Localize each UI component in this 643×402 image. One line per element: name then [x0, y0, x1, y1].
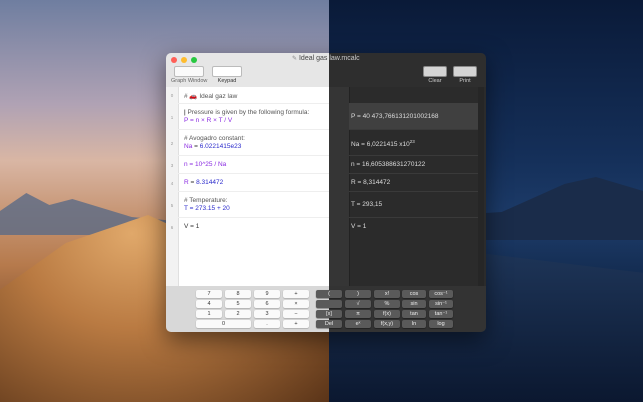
key-5[interactable]: 5	[225, 300, 251, 308]
window-title: ✎ Ideal gas law.mcalc	[292, 55, 360, 62]
zoom-button[interactable]	[191, 57, 197, 63]
line-separator	[178, 155, 329, 156]
keypad-button[interactable]: Keypad	[212, 66, 242, 84]
line-separator	[178, 103, 329, 104]
key-0[interactable]: 0	[196, 320, 251, 328]
graph-window-button[interactable]: Graph Window	[171, 66, 207, 84]
key-cos[interactable]: cos	[402, 290, 426, 298]
line-separator	[178, 173, 329, 174]
key-brackets[interactable]: [x]	[316, 310, 342, 318]
line-separator	[178, 129, 329, 130]
key-pi[interactable]: π	[345, 310, 371, 318]
key-7[interactable]: 7	[196, 290, 222, 298]
app-window: ✎ Ideal gas law.mcalc Graph Window Keypa…	[166, 53, 486, 332]
scrollbar[interactable]	[478, 87, 484, 286]
line-number: 0	[170, 93, 174, 98]
results-gutter	[329, 87, 350, 286]
key-multiply[interactable]: ×	[283, 300, 309, 308]
key-asin[interactable]: sin⁻¹	[429, 300, 453, 308]
printer-icon	[453, 66, 477, 77]
code-line-r: R = 8.314472	[184, 179, 224, 186]
key-sqrt[interactable]: √	[345, 300, 371, 308]
result-v: V = 1	[351, 223, 367, 230]
code-line-title: # 🚗 Ideal gaz law	[184, 93, 238, 100]
result-p: P = 40 473,766131201002168	[351, 113, 439, 120]
code-line-p: P = n × R × T / V	[184, 117, 233, 124]
key-3[interactable]: 3	[254, 310, 280, 318]
key-1[interactable]: 1	[196, 310, 222, 318]
line-separator	[178, 217, 329, 218]
line-number: 2	[170, 141, 174, 146]
key-tan[interactable]: tan	[402, 310, 426, 318]
line-number: 6	[170, 225, 174, 230]
result-t: T = 293,15	[351, 201, 383, 208]
clear-button[interactable]: Clear	[423, 66, 447, 84]
key-log[interactable]: log	[429, 320, 453, 328]
key-sin[interactable]: sin	[402, 300, 426, 308]
trash-icon	[423, 66, 447, 77]
key-close-paren[interactable]: )	[345, 290, 371, 298]
key-function[interactable]: f(x)	[374, 310, 400, 318]
key-9[interactable]: 9	[254, 290, 280, 298]
key-plus[interactable]: +	[283, 290, 309, 298]
code-line-v: V = 1	[184, 223, 200, 230]
key-4[interactable]: 4	[196, 300, 222, 308]
key-acos[interactable]: cos⁻¹	[429, 290, 453, 298]
key-decimal[interactable]: .	[254, 320, 280, 328]
editor-pane[interactable]: 0 1 2 3 4 5 6 # 🚗 Ideal gaz law | Pressu…	[166, 87, 329, 286]
key-percent[interactable]: %	[374, 300, 400, 308]
key-delete[interactable]: Del	[316, 320, 342, 328]
key-8[interactable]: 8	[225, 290, 251, 298]
key-2[interactable]: 2	[225, 310, 251, 318]
result-na: Na = 6,0221415 x1023	[351, 139, 415, 149]
document-icon: ✎	[292, 56, 298, 62]
key-exp[interactable]: eˣ	[345, 320, 371, 328]
key-plus-2[interactable]: +	[283, 320, 309, 328]
code-line-n: n = 10^25 / Na	[184, 161, 227, 168]
line-number: 3	[170, 163, 174, 168]
graph-icon	[174, 66, 205, 77]
key-6[interactable]: 6	[254, 300, 280, 308]
line-number: 4	[170, 181, 174, 186]
key-minus[interactable]: −	[283, 310, 309, 318]
result-r: R = 8,314472	[351, 179, 391, 186]
key-blank[interactable]	[316, 300, 342, 308]
print-button[interactable]: Print	[453, 66, 477, 84]
keypad-icon	[212, 66, 242, 77]
line-number: 5	[170, 203, 174, 208]
result-n: n = 16,605388631270122	[351, 161, 426, 168]
code-comment: # Avogadro constant:	[184, 135, 245, 142]
title-bar[interactable]: ✎ Ideal gas law.mcalc Graph Window Keypa…	[166, 53, 486, 87]
close-button[interactable]	[171, 57, 177, 63]
code-line-t: T = 273.15 + 20	[184, 205, 230, 212]
key-factorial[interactable]: x!	[374, 290, 400, 298]
keypad: 7 8 9 + 4 5 6 × 1 2 3 − 0 . + ( ) x! cos…	[166, 286, 486, 332]
key-ln[interactable]: ln	[402, 320, 426, 328]
results-pane: P = 40 473,766131201002168 Na = 6,022141…	[329, 87, 486, 286]
key-atan[interactable]: tan⁻¹	[429, 310, 453, 318]
line-separator	[178, 191, 329, 192]
code-line-na: Na = 6.0221415e23	[184, 143, 242, 150]
line-number: 1	[170, 115, 174, 120]
code-comment: # Temperature:	[184, 197, 228, 204]
code-comment: | Pressure is given by the following for…	[184, 109, 310, 116]
key-open-paren[interactable]: (	[316, 290, 342, 298]
key-function-2[interactable]: f(x,y)	[374, 320, 400, 328]
minimize-button[interactable]	[181, 57, 187, 63]
